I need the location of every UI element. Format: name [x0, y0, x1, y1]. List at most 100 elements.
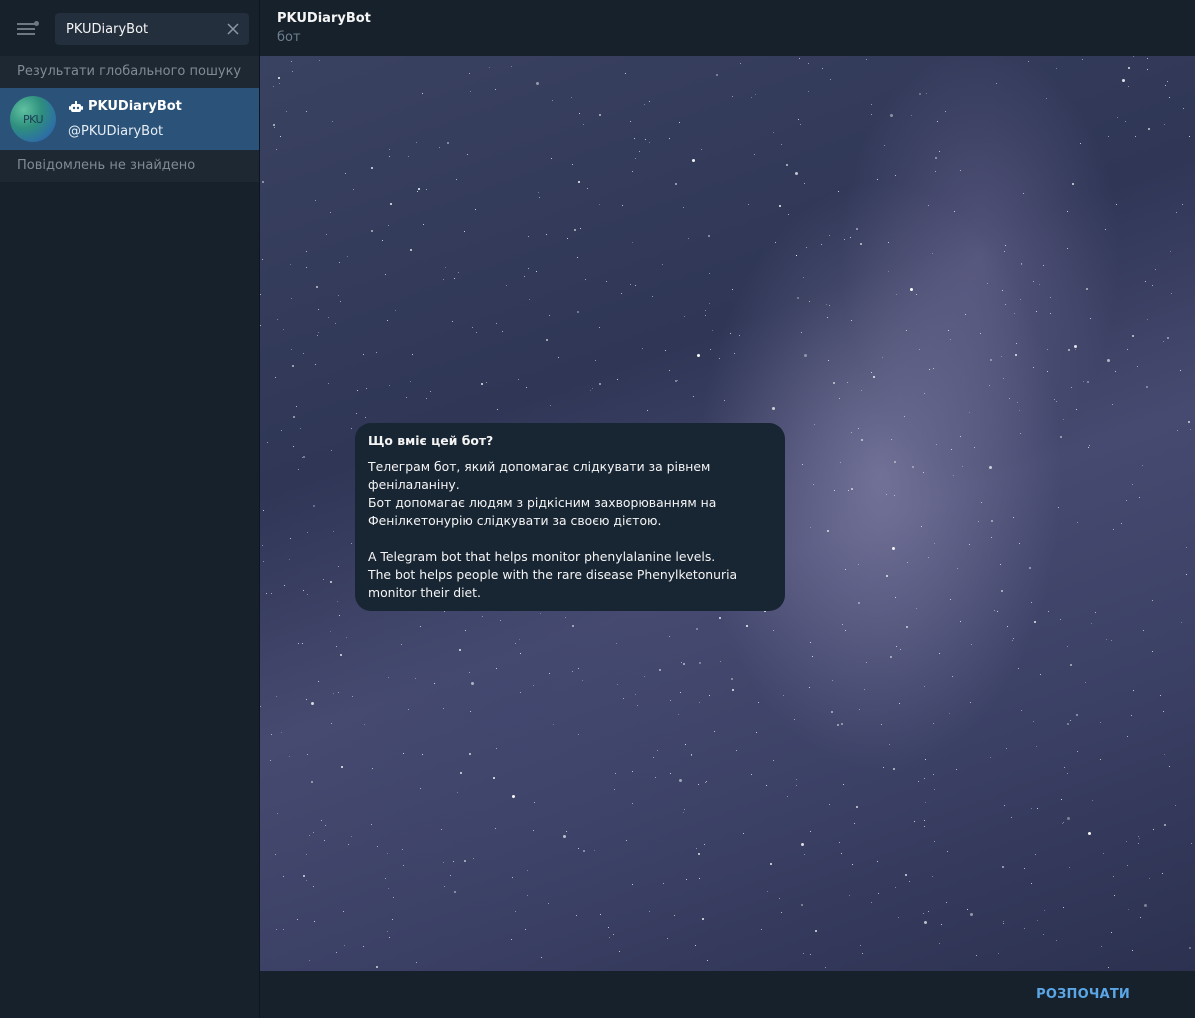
star — [856, 228, 858, 230]
search-result-pkudiarybot[interactable]: PKU PKUDiaryBot @PKUDiaryBot — [0, 88, 259, 150]
star — [847, 382, 848, 383]
star — [773, 630, 774, 631]
star — [549, 315, 550, 316]
star — [284, 585, 285, 586]
star — [1191, 843, 1192, 844]
star — [719, 617, 721, 619]
star — [465, 630, 466, 631]
star — [1133, 690, 1134, 691]
star — [962, 466, 963, 467]
star — [1021, 264, 1022, 265]
star — [572, 671, 573, 672]
star — [1171, 293, 1172, 294]
star — [971, 644, 972, 645]
star — [1087, 381, 1089, 383]
star — [566, 831, 567, 832]
star — [456, 179, 457, 180]
star — [1127, 865, 1128, 866]
star — [1132, 484, 1133, 485]
star — [558, 357, 559, 358]
star — [1002, 290, 1003, 291]
star — [296, 406, 297, 407]
star — [533, 685, 534, 686]
star — [339, 615, 340, 616]
star — [1063, 822, 1064, 823]
star — [990, 359, 992, 361]
star — [300, 428, 301, 429]
star — [281, 732, 282, 733]
search-box — [55, 13, 249, 45]
star — [1145, 281, 1146, 282]
star — [796, 779, 797, 780]
star — [1162, 873, 1163, 874]
star — [997, 611, 998, 612]
star — [856, 806, 858, 808]
start-button[interactable]: РОЗПОЧАТИ — [1036, 987, 1130, 1002]
star — [1013, 517, 1014, 518]
star — [410, 249, 412, 251]
star — [1005, 245, 1006, 246]
menu-icon[interactable] — [17, 19, 39, 37]
star — [772, 407, 775, 410]
star — [441, 829, 442, 830]
star — [512, 877, 513, 878]
star — [933, 774, 934, 775]
star — [994, 610, 995, 611]
star — [470, 91, 471, 92]
star — [696, 848, 697, 849]
star — [925, 759, 926, 760]
star — [274, 127, 275, 128]
star — [260, 706, 261, 707]
star — [1047, 371, 1048, 372]
star — [935, 171, 936, 172]
star — [376, 966, 378, 968]
star — [888, 242, 889, 243]
star — [303, 875, 305, 877]
star — [330, 631, 331, 632]
star — [929, 369, 930, 370]
star — [1021, 263, 1022, 264]
star — [918, 781, 919, 782]
star — [497, 409, 498, 410]
star — [1128, 67, 1130, 69]
star — [539, 197, 540, 198]
star — [534, 802, 535, 803]
star — [665, 350, 666, 351]
star — [313, 505, 315, 507]
star — [892, 547, 895, 550]
star — [617, 684, 618, 685]
star — [906, 330, 907, 331]
search-input[interactable] — [55, 20, 218, 38]
star — [1126, 841, 1127, 842]
star — [1034, 621, 1036, 623]
star — [608, 927, 609, 928]
star — [1086, 288, 1088, 290]
star — [307, 594, 308, 595]
star — [851, 432, 852, 433]
star — [797, 297, 799, 299]
star — [882, 357, 883, 358]
star — [467, 154, 468, 155]
star — [1139, 838, 1140, 839]
star — [387, 320, 388, 321]
star — [843, 784, 844, 785]
star — [609, 937, 610, 938]
star — [371, 167, 373, 169]
chat-header[interactable]: PKUDiaryBot бот — [260, 0, 1195, 56]
star — [833, 382, 835, 384]
star — [732, 289, 733, 290]
star — [348, 844, 349, 845]
star — [353, 189, 354, 190]
star — [803, 277, 804, 278]
star — [340, 301, 341, 302]
star — [1007, 626, 1008, 627]
star — [550, 405, 551, 406]
star — [788, 214, 789, 215]
star — [969, 412, 970, 413]
star — [1003, 923, 1004, 924]
star — [1043, 934, 1044, 935]
star — [1001, 590, 1003, 592]
close-icon[interactable] — [225, 21, 241, 37]
star — [626, 840, 627, 841]
star — [576, 915, 577, 916]
